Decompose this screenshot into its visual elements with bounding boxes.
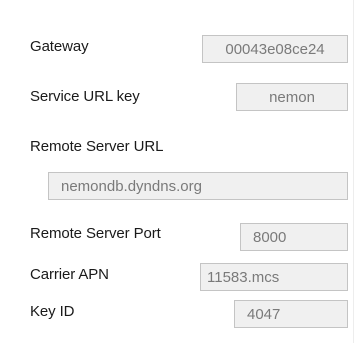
gateway-field[interactable] <box>202 35 348 63</box>
gateway-label: Gateway <box>30 38 89 55</box>
key-id-label: Key ID <box>30 303 75 320</box>
service-url-key-label: Service URL key <box>30 88 140 105</box>
carrier-apn-field[interactable] <box>200 263 348 291</box>
service-url-key-field[interactable] <box>236 83 348 111</box>
remote-server-port-label: Remote Server Port <box>30 225 161 242</box>
remote-server-url-label: Remote Server URL <box>30 138 164 155</box>
carrier-apn-label: Carrier APN <box>30 266 109 283</box>
remote-server-url-field[interactable] <box>48 172 348 200</box>
key-id-field[interactable] <box>234 300 348 328</box>
settings-panel: Gateway Service URL key Remote Server UR… <box>0 0 354 343</box>
remote-server-port-field[interactable] <box>240 223 348 251</box>
